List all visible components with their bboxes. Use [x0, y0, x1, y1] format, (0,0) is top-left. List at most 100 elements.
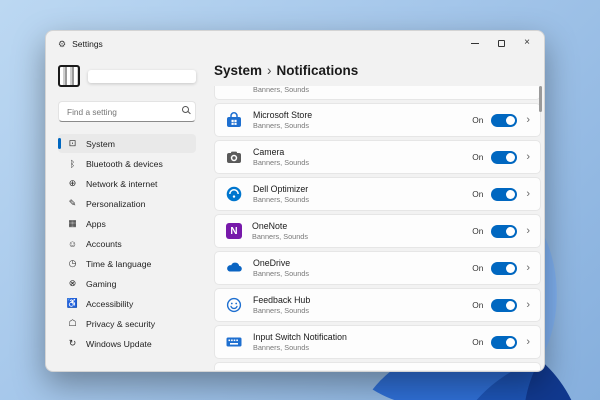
window-controls: ×	[462, 33, 540, 53]
row-subtitle: Banners, Sounds	[252, 232, 308, 241]
sidebar-item-gaming[interactable]: ⊗ Gaming	[58, 274, 196, 293]
notification-toggle[interactable]	[491, 225, 517, 238]
titlebar: ⚙ Settings ×	[46, 31, 544, 57]
maximize-button[interactable]	[488, 33, 514, 53]
sidebar-item-windows-update[interactable]: ↻ Windows Update	[58, 334, 196, 353]
sidebar-item-label: Windows Update	[86, 339, 152, 349]
chevron-right-icon[interactable]: ›	[526, 263, 530, 274]
toggle-state-label: On	[472, 152, 483, 162]
toggle-knob	[506, 227, 515, 236]
toggle-state-label: On	[472, 226, 483, 236]
camera-icon	[225, 148, 243, 166]
sidebar-item-privacy-security[interactable]: ☖ Privacy & security	[58, 314, 196, 333]
sidebar-item-apps[interactable]: ▦ Apps	[58, 214, 196, 233]
app-name: OneDrive	[253, 258, 309, 268]
search-input[interactable]	[58, 101, 196, 122]
row-subtitle: Banners, Sounds	[253, 269, 309, 278]
toggle-knob	[506, 116, 515, 125]
row-subtitle: Banners, Sounds	[253, 195, 309, 204]
list-item-partial-top[interactable]: Banners, Sounds	[214, 86, 541, 100]
app-name: Input Switch Notification	[253, 332, 347, 342]
row-subtitle: Banners, Sounds	[253, 306, 310, 315]
monitor-icon: ⊡	[66, 138, 79, 149]
notification-toggle[interactable]	[491, 151, 517, 164]
list-item-camera[interactable]: Camera Banners, Sounds On ›	[214, 140, 541, 174]
list-item-input-switch-notification[interactable]: Input Switch Notification Banners, Sound…	[214, 325, 541, 359]
list-item-onenote[interactable]: N OneNote Banners, Sounds On ›	[214, 214, 541, 248]
toggle-knob	[506, 153, 515, 162]
sidebar-item-personalization[interactable]: ✎ Personalization	[58, 194, 196, 213]
row-text: Input Switch Notification Banners, Sound…	[253, 332, 347, 352]
toggle-state-label: On	[472, 115, 483, 125]
minimize-button[interactable]	[462, 33, 488, 53]
scrollbar[interactable]	[539, 86, 542, 112]
row-text: Feedback Hub Banners, Sounds	[253, 295, 310, 315]
toggle-state-label: On	[472, 300, 483, 310]
list-item-partial-bottom[interactable]	[214, 362, 541, 370]
chevron-right-icon[interactable]: ›	[526, 152, 530, 163]
notification-toggle[interactable]	[491, 336, 517, 349]
chevron-right-icon[interactable]: ›	[526, 226, 530, 237]
breadcrumb-system-link[interactable]: System	[214, 63, 262, 78]
clock-icon: ◷	[66, 258, 79, 269]
sidebar-item-system[interactable]: ⊡ System	[58, 134, 196, 153]
person-icon: ☺	[66, 239, 79, 249]
user-profile[interactable]	[58, 65, 196, 87]
sidebar-item-time-language[interactable]: ◷ Time & language	[58, 254, 196, 273]
sidebar-item-accessibility[interactable]: ♿ Accessibility	[58, 294, 196, 313]
sidebar-item-label: Accessibility	[86, 299, 133, 309]
row-text: Microsoft Store Banners, Sounds	[253, 110, 312, 130]
sidebar: ⊡ System ᛒ Bluetooth & devices ⊕ Network…	[46, 57, 206, 371]
toggle-knob	[506, 301, 515, 310]
toggle-knob	[506, 264, 515, 273]
sidebar-item-label: System	[86, 139, 115, 149]
settings-window: ⚙ Settings × ⊡ System	[45, 30, 545, 372]
notifications-app-list: Banners, Sounds Microsoft Store Banners,…	[214, 86, 541, 370]
sidebar-item-label: Apps	[86, 219, 106, 229]
row-controls: On ›	[472, 151, 530, 164]
list-item-dell-optimizer[interactable]: Dell Optimizer Banners, Sounds On ›	[214, 177, 541, 211]
user-name-redacted	[88, 70, 196, 83]
sidebar-nav: ⊡ System ᛒ Bluetooth & devices ⊕ Network…	[58, 134, 196, 353]
sidebar-item-label: Time & language	[86, 259, 151, 269]
chevron-right-icon[interactable]: ›	[526, 337, 530, 348]
selected-accent-bar	[58, 138, 61, 149]
bluetooth-icon: ᛒ	[66, 159, 79, 169]
toggle-state-label: On	[472, 263, 483, 273]
list-item-onedrive[interactable]: OneDrive Banners, Sounds On ›	[214, 251, 541, 285]
app-name: Microsoft Store	[253, 110, 312, 120]
app-name: Feedback Hub	[253, 295, 310, 305]
sidebar-item-accounts[interactable]: ☺ Accounts	[58, 234, 196, 253]
search-box	[58, 101, 196, 122]
accessibility-icon: ♿	[66, 298, 79, 309]
minimize-icon	[471, 43, 479, 44]
row-subtitle: Banners, Sounds	[253, 343, 347, 352]
microsoft-store-icon	[225, 111, 243, 129]
sidebar-item-bluetooth-devices[interactable]: ᛒ Bluetooth & devices	[58, 154, 196, 173]
notification-toggle[interactable]	[491, 262, 517, 275]
keyboard-icon	[225, 333, 243, 351]
sidebar-item-label: Gaming	[86, 279, 116, 289]
chevron-right-icon[interactable]: ›	[526, 115, 530, 126]
row-controls: On ›	[472, 114, 530, 127]
toggle-knob	[506, 190, 515, 199]
row-controls: On ›	[472, 262, 530, 275]
sidebar-item-label: Accounts	[86, 239, 122, 249]
row-text: OneNote Banners, Sounds	[252, 221, 308, 241]
close-button[interactable]: ×	[514, 33, 540, 53]
sidebar-item-network-internet[interactable]: ⊕ Network & internet	[58, 174, 196, 193]
onenote-icon: N	[226, 223, 242, 239]
row-subtitle: Banners, Sounds	[253, 121, 312, 130]
list-item-feedback-hub[interactable]: Feedback Hub Banners, Sounds On ›	[214, 288, 541, 322]
notification-toggle[interactable]	[491, 114, 517, 127]
row-controls: On ›	[472, 336, 530, 349]
maximize-icon	[498, 40, 505, 47]
row-text: OneDrive Banners, Sounds	[253, 258, 309, 278]
row-text: Camera Banners, Sounds	[253, 147, 309, 167]
chevron-right-icon[interactable]: ›	[526, 300, 530, 311]
chevron-right-icon[interactable]: ›	[526, 189, 530, 200]
notification-toggle[interactable]	[491, 188, 517, 201]
list-item-microsoft-store[interactable]: Microsoft Store Banners, Sounds On ›	[214, 103, 541, 137]
notification-toggle[interactable]	[491, 299, 517, 312]
row-subtitle: Banners, Sounds	[253, 158, 309, 167]
